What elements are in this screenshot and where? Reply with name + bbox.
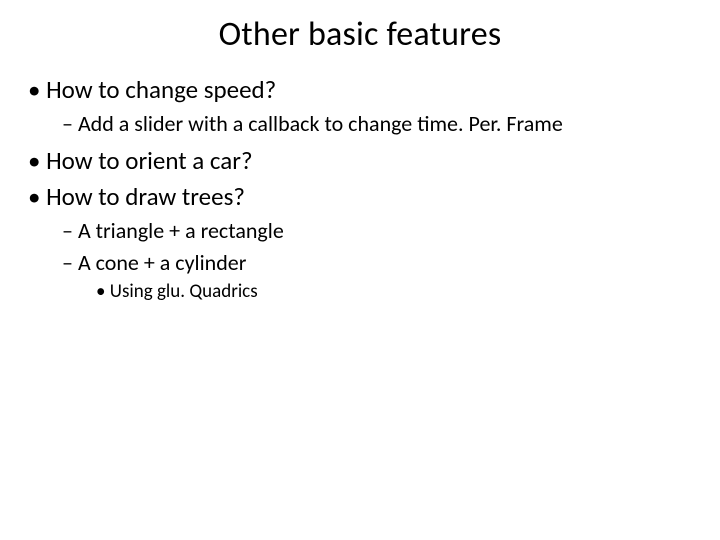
sub-bullet-list: A triangle + a rectangle A cone + a cyli…	[62, 216, 692, 305]
bullet-item: How to change speed? Add a slider with a…	[28, 73, 692, 138]
bullet-item: How to orient a car?	[28, 144, 692, 178]
sub-sub-bullet-text: Using glu. Quadrics	[110, 280, 258, 303]
sub-bullet-text: A cone + a cylinder	[78, 249, 246, 276]
bullet-text: How to orient a car?	[46, 145, 252, 176]
sub-bullet-item: A triangle + a rectangle	[62, 216, 692, 246]
bullet-item: How to draw trees? A triangle + a rectan…	[28, 180, 692, 305]
slide: Other basic features How to change speed…	[0, 0, 720, 540]
sub-bullet-list: Add a slider with a callback to change t…	[62, 109, 692, 139]
sub-bullet-item: Add a slider with a callback to change t…	[62, 109, 692, 139]
sub-sub-bullet-list: Using glu. Quadrics	[96, 279, 692, 305]
sub-bullet-item: A cone + a cylinder Using glu. Quadrics	[62, 248, 692, 305]
sub-bullet-text: Add a slider with a callback to change t…	[78, 110, 563, 137]
sub-sub-bullet-item: Using glu. Quadrics	[96, 279, 692, 305]
sub-bullet-text: A triangle + a rectangle	[78, 217, 284, 244]
bullet-list: How to change speed? Add a slider with a…	[28, 73, 692, 305]
slide-title: Other basic features	[28, 14, 692, 55]
bullet-text: How to draw trees?	[46, 181, 245, 212]
bullet-text: How to change speed?	[46, 74, 276, 105]
